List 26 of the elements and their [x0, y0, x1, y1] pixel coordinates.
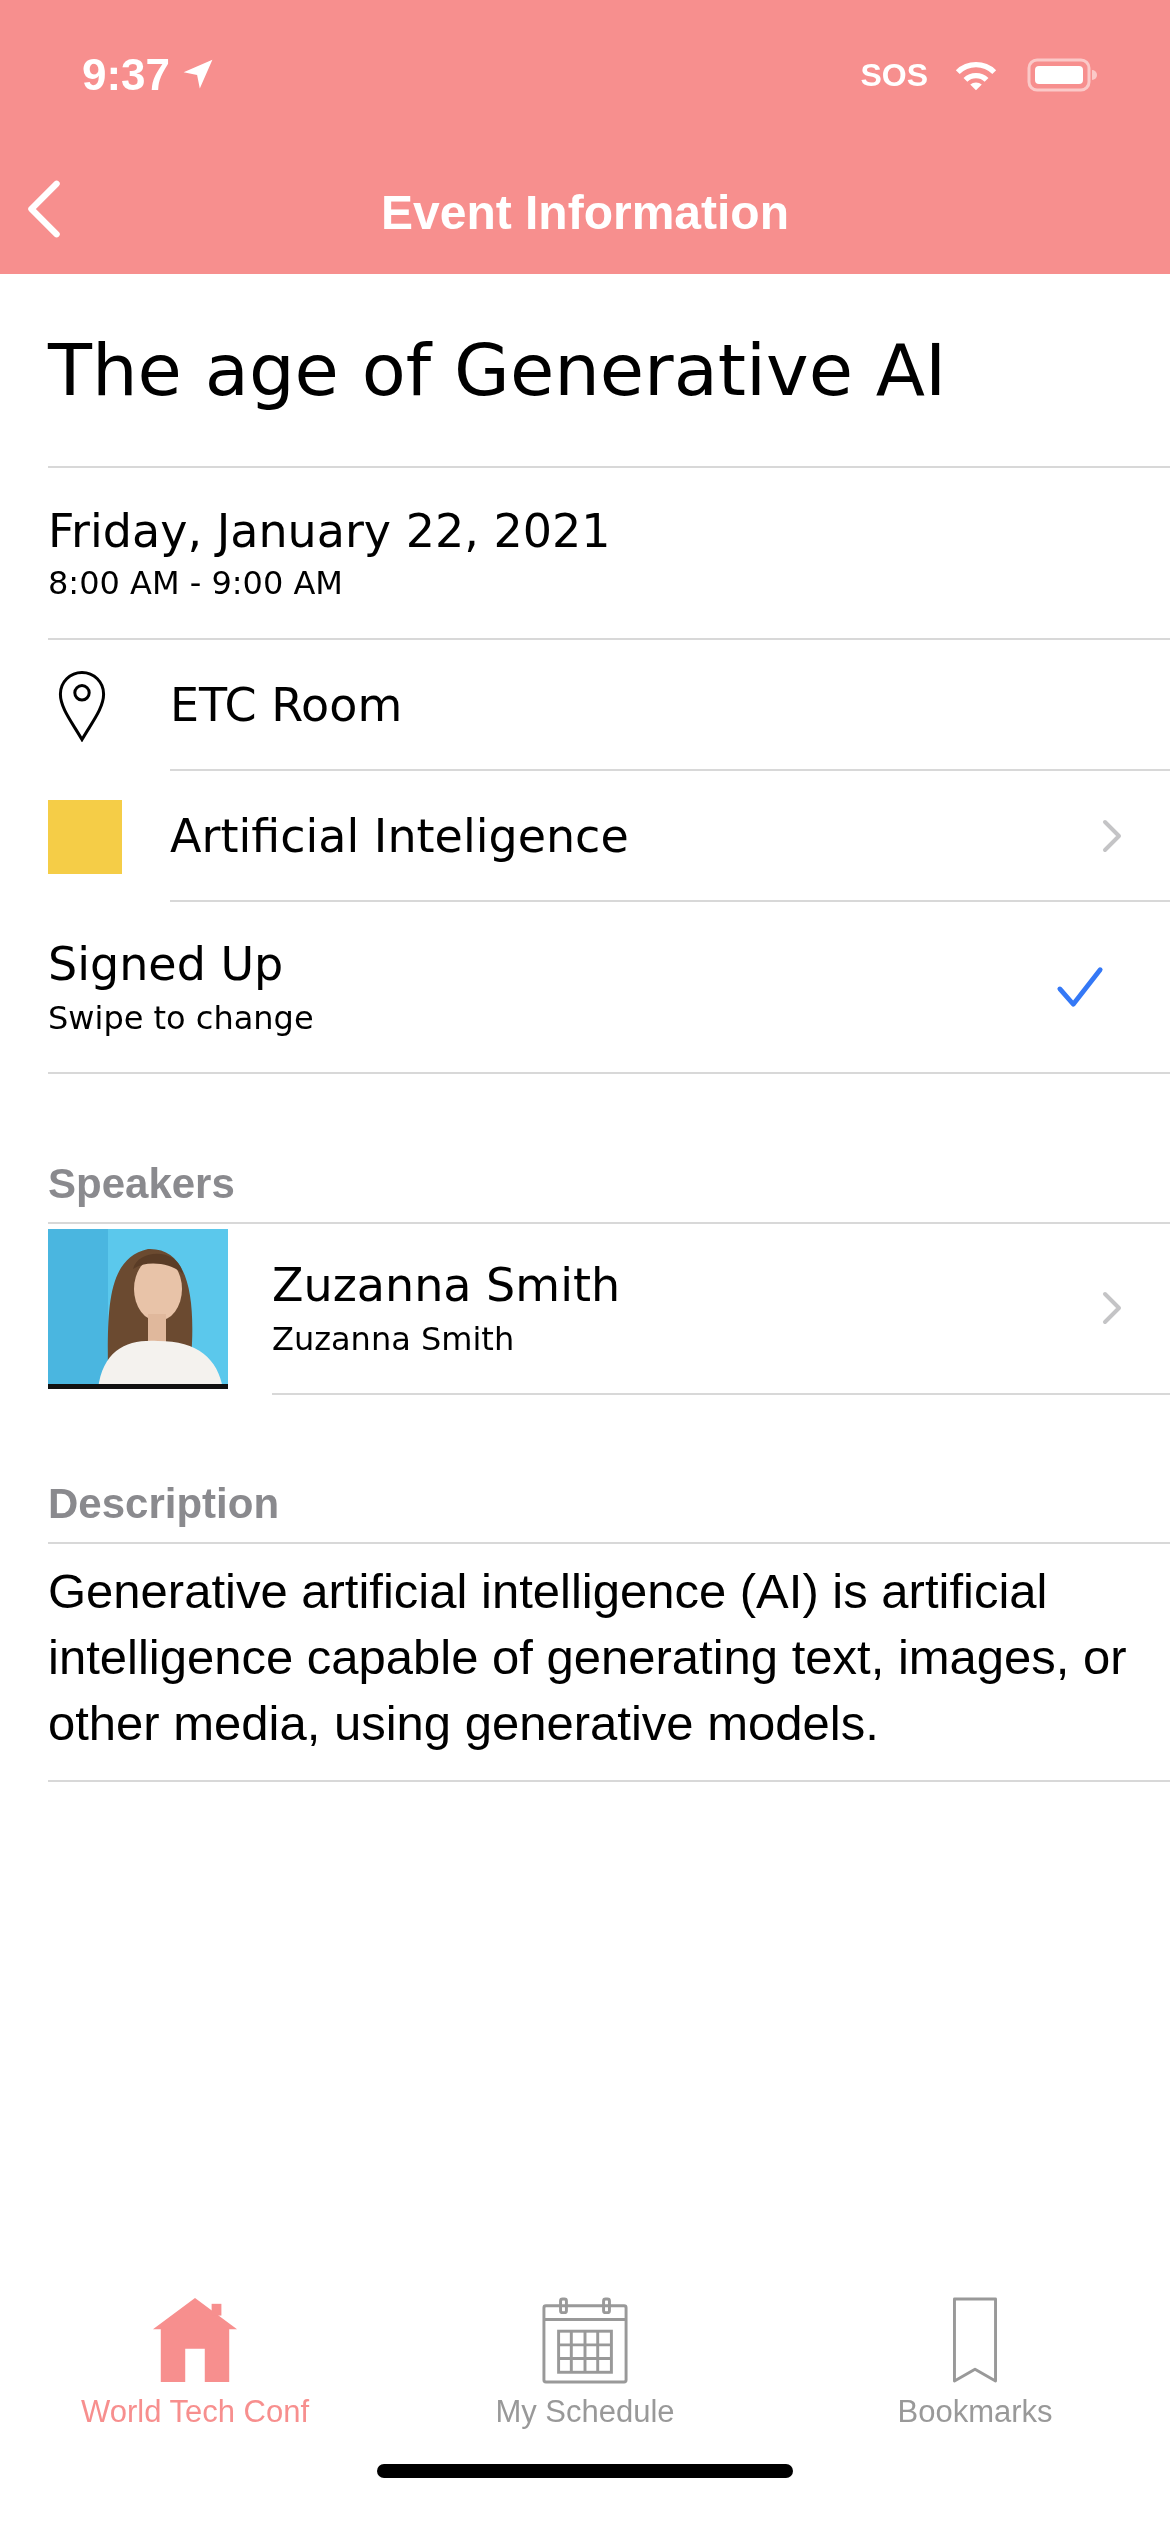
speaker-row[interactable]: Zuzanna Smith Zuzanna Smith: [48, 1224, 1170, 1394]
chevron-icon: [1102, 1291, 1122, 1325]
home-icon: [151, 2296, 239, 2384]
sos-indicator: SOS: [860, 56, 928, 94]
tab-item[interactable]: Bookmarks: [780, 2296, 1170, 2430]
battery-icon: [1026, 57, 1098, 93]
event-title: The age of Generative AI: [48, 328, 947, 412]
chevron-icon: [1102, 818, 1122, 853]
category-row[interactable]: Artificial Inteligence: [48, 771, 1170, 902]
event-date: Friday, January 22, 2021: [48, 504, 612, 558]
calendar-icon: [541, 2296, 629, 2384]
signup-status: Signed Up: [48, 937, 285, 991]
location-label: ETC Room: [170, 677, 403, 732]
tab-item[interactable]: World Tech Conf: [0, 2296, 390, 2430]
section-header: Description: [48, 1480, 280, 1528]
speaker-subtitle: Zuzanna Smith: [272, 1320, 516, 1358]
location-pin-icon: [56, 669, 108, 742]
status-time: 9:37: [82, 50, 171, 100]
signup-hint: Swipe to change: [48, 999, 314, 1037]
event-time: 8:00 AM - 9:00 AM: [48, 564, 344, 602]
tab-item[interactable]: My Schedule: [390, 2296, 780, 2430]
section-header: Speakers: [48, 1160, 235, 1208]
speaker-name: Zuzanna Smith: [272, 1258, 621, 1312]
back-icon[interactable]: [26, 180, 62, 238]
description-text: Generative artificial intelligence (AI) is artificial intelligence capable of generating text, images, or other media, using generative models.: [48, 1563, 1128, 1752]
screen-title: Event Information: [381, 184, 789, 240]
